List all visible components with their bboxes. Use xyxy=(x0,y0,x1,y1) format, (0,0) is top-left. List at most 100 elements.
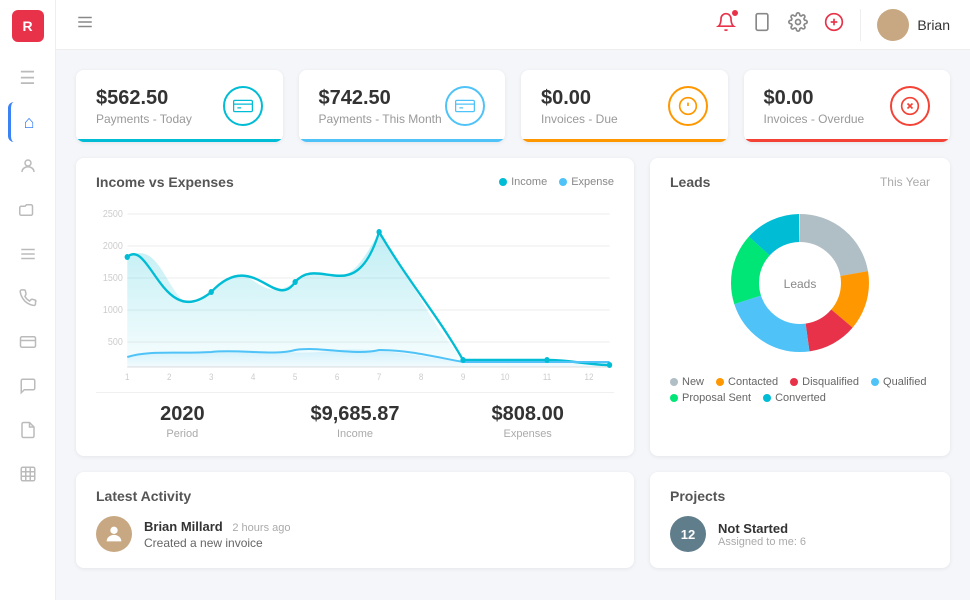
chart-legend: Income Expense xyxy=(499,176,614,188)
stat-amount-payments-month: $742.50 xyxy=(319,87,442,110)
donut-legend: New Contacted Disqualified Qualified xyxy=(670,376,930,404)
sidebar-item-phone[interactable] xyxy=(8,278,48,318)
legend-converted: Converted xyxy=(763,392,826,404)
stat-card-invoices-overdue: $0.00 Invoices - Overdue xyxy=(744,70,951,142)
svg-text:1000: 1000 xyxy=(103,305,123,317)
svg-text:3: 3 xyxy=(209,372,214,382)
chart-period-label: Period xyxy=(96,428,269,440)
svg-text:10: 10 xyxy=(501,372,510,382)
projects-title: Projects xyxy=(670,488,930,504)
avatar xyxy=(877,9,909,41)
stat-info-payments-month: $742.50 Payments - This Month xyxy=(319,87,442,126)
chart-expenses-label: Expenses xyxy=(441,428,614,440)
chart-income-label: Income xyxy=(269,428,442,440)
legend-disqualified-label: Disqualified xyxy=(802,376,859,388)
stat-label-payments-today: Payments - Today xyxy=(96,112,192,126)
svg-text:2000: 2000 xyxy=(103,241,123,253)
legend-new-dot xyxy=(670,378,678,386)
projects-card: Projects 12 Not Started Assigned to me: … xyxy=(650,472,950,568)
sidebar-item-menu[interactable]: ☰ xyxy=(8,58,48,98)
svg-text:1500: 1500 xyxy=(103,273,123,285)
leads-donut-chart: Leads xyxy=(715,198,885,368)
stat-label-invoices-due: Invoices - Due xyxy=(541,112,618,126)
chart-stats: 2020 Period $9,685.87 Income $808.00 Exp… xyxy=(96,392,614,440)
sidebar-item-card[interactable] xyxy=(8,322,48,362)
settings-icon[interactable] xyxy=(788,12,808,37)
stat-info-payments-today: $562.50 Payments - Today xyxy=(96,87,192,126)
legend-expense: Expense xyxy=(559,176,614,188)
project-sub: Assigned to me: 6 xyxy=(718,536,806,548)
topbar-left xyxy=(76,13,94,36)
logo[interactable]: R xyxy=(12,10,44,42)
legend-qualified-dot xyxy=(871,378,879,386)
chart-period-value: 2020 xyxy=(96,403,269,426)
project-badge: 12 xyxy=(670,516,706,552)
svg-text:2500: 2500 xyxy=(103,209,123,221)
chart-title: Income vs Expenses xyxy=(96,174,234,190)
leads-header: Leads This Year xyxy=(670,174,930,190)
activity-action: Created a new invoice xyxy=(144,536,290,550)
stat-label-invoices-overdue: Invoices - Overdue xyxy=(764,112,865,126)
user-name: Brian xyxy=(917,17,950,33)
svg-text:4: 4 xyxy=(251,372,256,382)
activity-text: Brian Millard 2 hours ago xyxy=(144,519,290,534)
legend-contacted-dot xyxy=(716,378,724,386)
legend-income-label: Income xyxy=(511,176,547,188)
svg-text:2: 2 xyxy=(167,372,172,382)
legend-qualified-label: Qualified xyxy=(883,376,926,388)
add-icon[interactable] xyxy=(824,12,844,37)
chart-svg-wrap: 2500 2000 1500 1000 500 1 xyxy=(96,202,614,382)
svg-text:12: 12 xyxy=(585,372,594,382)
topbar: Brian xyxy=(56,0,970,50)
middle-row: Income vs Expenses Income Expense xyxy=(76,158,950,456)
sidebar-item-chat[interactable] xyxy=(8,366,48,406)
donut-wrap: Leads xyxy=(670,198,930,368)
notification-icon[interactable] xyxy=(716,12,736,37)
activity-detail: Brian Millard 2 hours ago Created a new … xyxy=(144,519,290,550)
legend-expense-dot xyxy=(559,178,567,186)
activity-title: Latest Activity xyxy=(96,488,614,504)
sidebar: R ☰ ⌂ xyxy=(0,0,56,600)
svg-text:7: 7 xyxy=(377,372,382,382)
sidebar-item-folders[interactable] xyxy=(8,190,48,230)
project-info: Not Started Assigned to me: 6 xyxy=(718,521,806,548)
project-item: 12 Not Started Assigned to me: 6 xyxy=(670,516,930,552)
stats-row: $562.50 Payments - Today $742.50 Payment… xyxy=(76,70,950,142)
svg-text:9: 9 xyxy=(461,372,466,382)
svg-text:500: 500 xyxy=(108,337,123,349)
legend-disqualified-dot xyxy=(790,378,798,386)
legend-contacted-label: Contacted xyxy=(728,376,778,388)
project-name: Not Started xyxy=(718,521,806,536)
chart-header: Income vs Expenses Income Expense xyxy=(96,174,614,190)
chart-stat-period: 2020 Period xyxy=(96,403,269,440)
sidebar-item-document[interactable] xyxy=(8,410,48,450)
svg-text:5: 5 xyxy=(293,372,298,382)
legend-income-dot xyxy=(499,178,507,186)
stat-amount-invoices-overdue: $0.00 xyxy=(764,87,865,110)
activity-avatar xyxy=(96,516,132,552)
legend-contacted: Contacted xyxy=(716,376,778,388)
chart-stat-income: $9,685.87 Income xyxy=(269,403,442,440)
leads-card: Leads This Year xyxy=(650,158,950,456)
income-expense-chart: 2500 2000 1500 1000 500 1 xyxy=(96,202,614,382)
legend-proposal-sent-label: Proposal Sent xyxy=(682,392,751,404)
activity-time: 2 hours ago xyxy=(232,522,290,534)
stat-card-payments-today: $562.50 Payments - Today xyxy=(76,70,283,142)
stat-amount-invoices-due: $0.00 xyxy=(541,87,618,110)
svg-text:8: 8 xyxy=(419,372,424,382)
sidebar-item-home[interactable]: ⌂ xyxy=(8,102,48,142)
stat-info-invoices-overdue: $0.00 Invoices - Overdue xyxy=(764,87,865,126)
legend-new: New xyxy=(670,376,704,388)
sidebar-item-list[interactable] xyxy=(8,234,48,274)
notification-badge xyxy=(730,8,740,18)
sidebar-item-users[interactable] xyxy=(8,146,48,186)
tablet-icon[interactable] xyxy=(752,12,772,37)
chart-income-value: $9,685.87 xyxy=(269,403,442,426)
stat-info-invoices-due: $0.00 Invoices - Due xyxy=(541,87,618,126)
bottom-row: Latest Activity Brian Millard 2 hours ag… xyxy=(76,472,950,568)
chart-expenses-value: $808.00 xyxy=(441,403,614,426)
sidebar-item-table[interactable] xyxy=(8,454,48,494)
user-profile[interactable]: Brian xyxy=(860,9,950,41)
hamburger-icon[interactable] xyxy=(76,13,94,36)
activity-card: Latest Activity Brian Millard 2 hours ag… xyxy=(76,472,634,568)
